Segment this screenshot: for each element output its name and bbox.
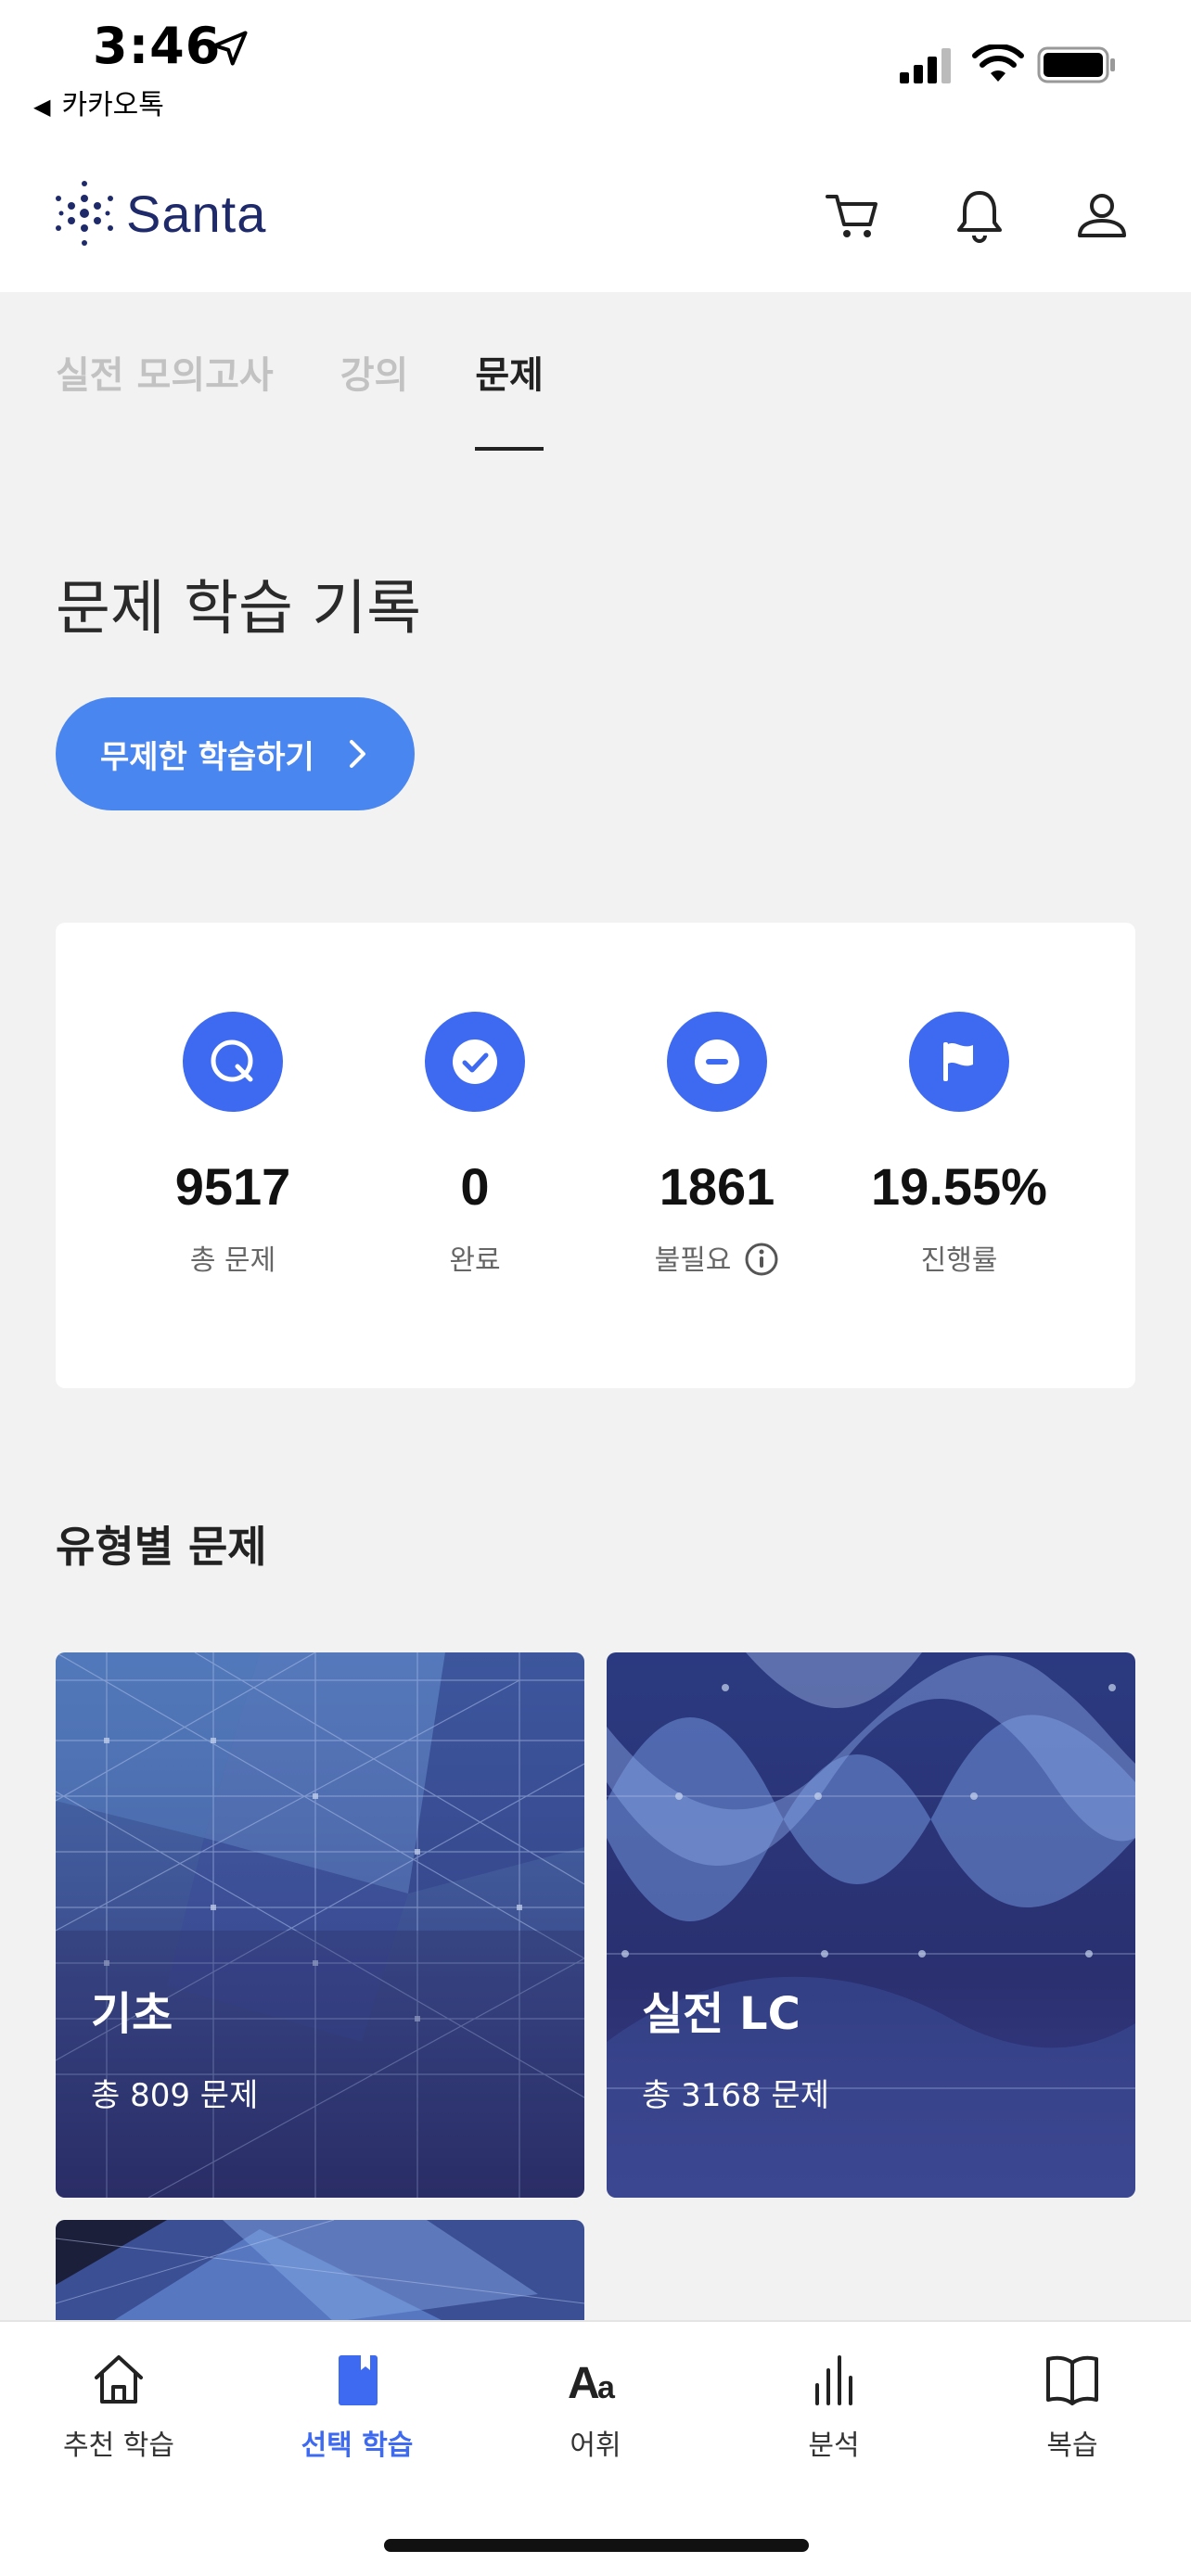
type-card-title: 기초 (91, 1988, 173, 2040)
type-card-count: 총 809 문제 (91, 2077, 259, 2114)
open-book-icon (1046, 2355, 1098, 2405)
stat-value: 1861 (659, 1157, 775, 1216)
basic-card-background (56, 1652, 584, 2198)
status-bar: 3:46 ◀ 카카오톡 (0, 0, 1191, 148)
stats-card: 9517 총 문제 0 완료 1861 불필요 19.55% 진행률 (56, 923, 1135, 1388)
nav-review[interactable]: 복습 (980, 2350, 1165, 2463)
battery-icon (1037, 46, 1115, 83)
bell-icon[interactable] (950, 185, 1009, 245)
tab-questions[interactable]: 문제 (475, 345, 544, 451)
page-title: 문제 학습 기록 (56, 575, 421, 644)
cart-icon[interactable] (824, 185, 883, 245)
q-icon (183, 1012, 283, 1112)
stat-completed: 0 완료 (364, 1012, 586, 1278)
stat-value: 19.55% (871, 1157, 1047, 1216)
nav-label: 분석 (808, 2429, 860, 2462)
lc-card-background (607, 1652, 1135, 2198)
vocabulary-icon: A a (568, 2359, 616, 2408)
stat-value: 9517 (174, 1157, 291, 1216)
nav-label: 어휘 (570, 2429, 621, 2462)
nav-selected-study[interactable]: 선택 학습 (264, 2350, 450, 2463)
stat-label: 불필요 (606, 1237, 828, 1278)
tab-lecture[interactable]: 강의 (340, 345, 409, 438)
status-time: 3:46 (93, 17, 222, 75)
stat-total: 9517 총 문제 (122, 1012, 344, 1278)
nav-label: 선택 학습 (301, 2429, 414, 2462)
bookmark-book-icon (339, 2355, 378, 2405)
svg-text:a: a (597, 2370, 616, 2405)
nav-analysis[interactable]: 분석 (741, 2350, 927, 2463)
santa-logo[interactable]: Santa (52, 178, 266, 249)
stat-label: 진행률 (920, 1244, 998, 1277)
type-card-title: 실전 LC (642, 1988, 800, 2040)
info-icon[interactable] (744, 1242, 779, 1277)
unlimited-study-label: 무제한 학습하기 (100, 738, 314, 776)
nav-label: 추천 학습 (63, 2429, 174, 2462)
nav-vocabulary[interactable]: A a 어휘 (503, 2350, 688, 2463)
brand-name: Santa (126, 184, 267, 243)
type-card-lc[interactable]: 실전 LC 총 3168 문제 (607, 1652, 1135, 2198)
nav-recommended[interactable]: 추천 학습 (26, 2350, 211, 2463)
home-indicator[interactable] (384, 2539, 809, 2552)
app-header: Santa (0, 148, 1191, 292)
chevron-right-icon (350, 740, 365, 768)
unlimited-study-button[interactable]: 무제한 학습하기 (56, 697, 415, 810)
svg-text:A: A (568, 2359, 600, 2408)
back-app-label: 카카오톡 (61, 89, 164, 121)
nav-label: 복습 (1046, 2429, 1098, 2462)
stat-label: 총 문제 (189, 1244, 276, 1277)
back-to-app-link[interactable]: ◀ 카카오톡 (33, 82, 164, 122)
home-icon (95, 2355, 143, 2404)
stat-progress: 19.55% 진행률 (848, 1012, 1070, 1278)
stat-value: 0 (460, 1157, 490, 1216)
stat-label: 완료 (449, 1244, 501, 1277)
content-tabs: 실전 모의고사 강의 문제 (56, 345, 610, 451)
bottom-nav: 추천 학습 선택 학습 A a 어휘 분석 복습 (0, 2320, 1191, 2576)
wifi-icon (972, 45, 1024, 82)
partial-card-background (56, 2220, 584, 2322)
tab-mock-exam[interactable]: 실전 모의고사 (56, 345, 274, 438)
santa-logo-mark-icon (56, 181, 113, 246)
flag-icon (909, 1012, 1009, 1112)
stat-label-text: 불필요 (654, 1244, 732, 1277)
bar-chart-icon (815, 2355, 852, 2405)
cellular-signal-icon (900, 48, 951, 83)
back-triangle-icon: ◀ (33, 94, 51, 120)
minus-icon (667, 1012, 767, 1112)
profile-icon[interactable] (1072, 185, 1132, 245)
section-title: 유형별 문제 (56, 1522, 267, 1572)
type-card-basic[interactable]: 기초 총 809 문제 (56, 1652, 584, 2198)
location-arrow-icon (212, 31, 248, 66)
type-card-partial[interactable] (56, 2220, 584, 2322)
stat-unnecessary: 1861 불필요 (606, 1012, 828, 1278)
type-card-count: 총 3168 문제 (642, 2077, 829, 2114)
check-icon (425, 1012, 525, 1112)
